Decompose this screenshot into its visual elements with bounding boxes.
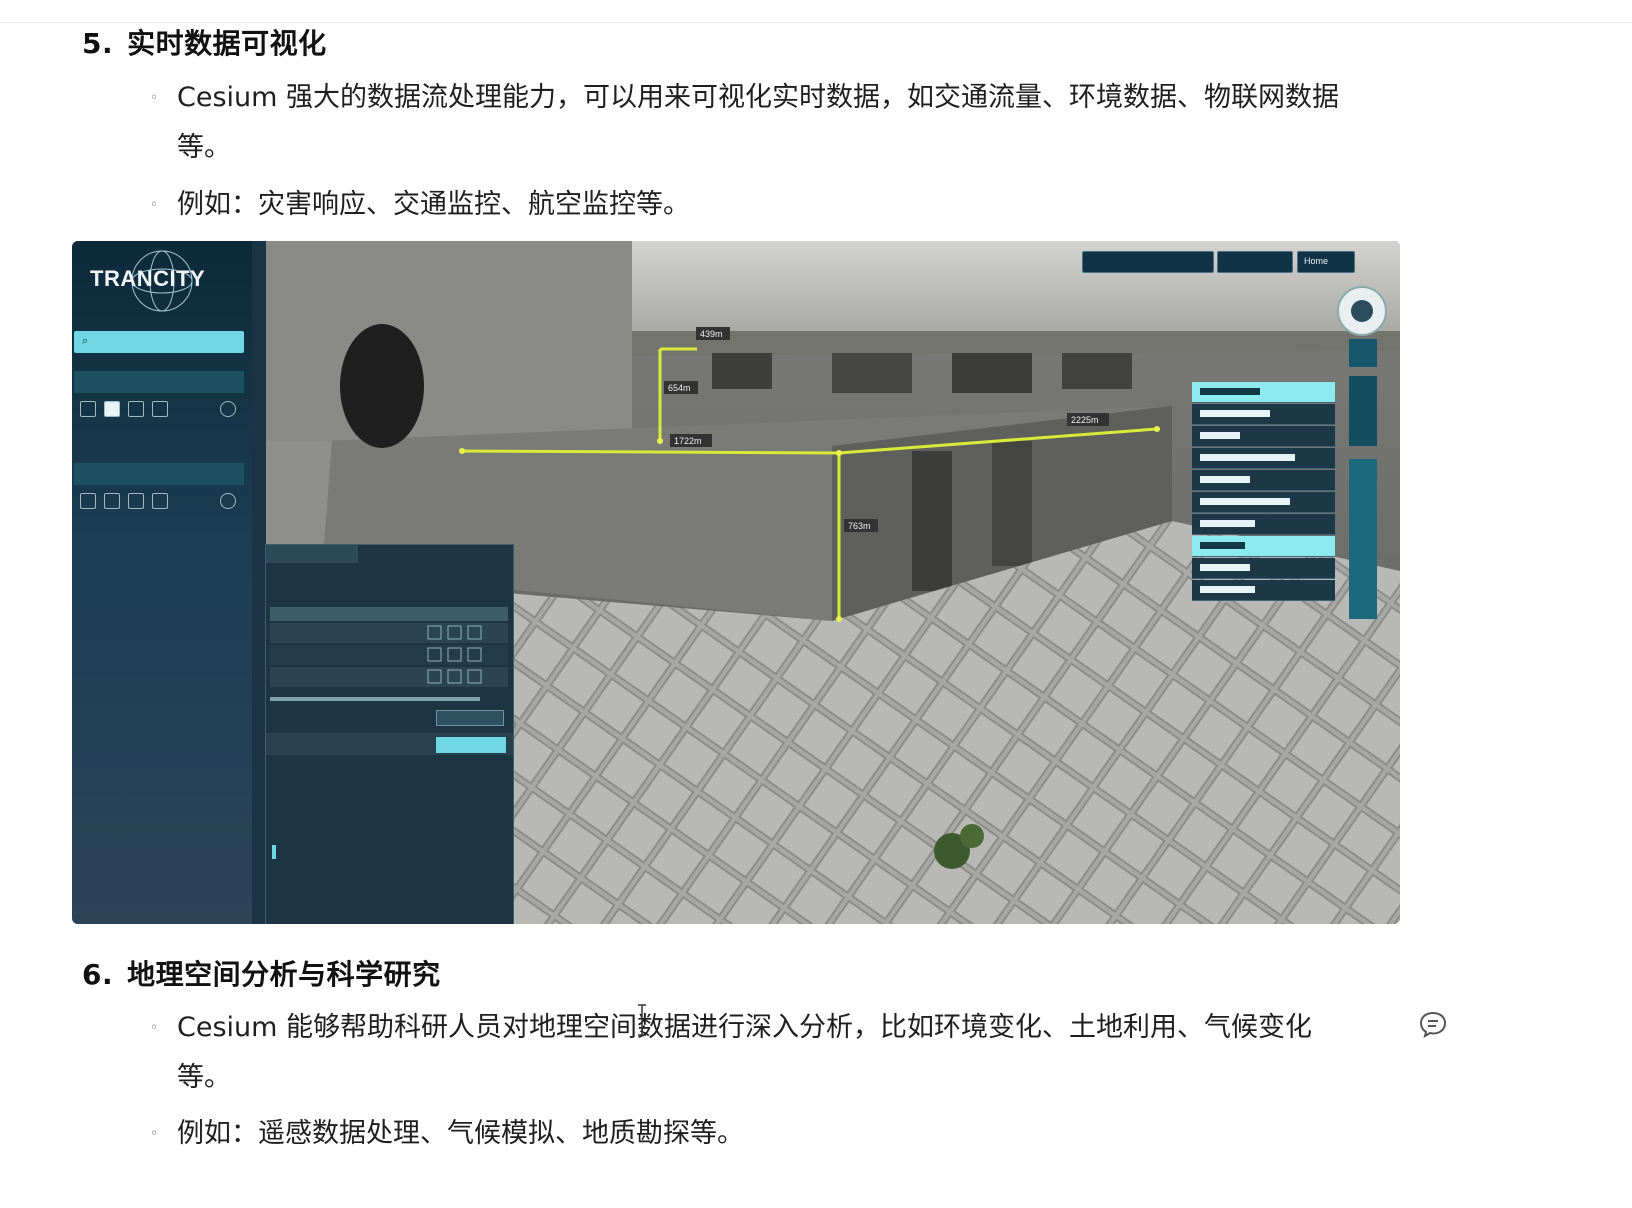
tool-menu-item[interactable] — [1192, 448, 1335, 469]
tool-menu — [1192, 382, 1335, 620]
layer-row-2[interactable] — [74, 463, 244, 485]
zoom-controls[interactable] — [1349, 376, 1377, 446]
measure-label: 439m — [700, 329, 723, 339]
section-6-title: 地理空间分析与科学研究 — [127, 958, 441, 991]
eye-icon[interactable] — [104, 401, 120, 417]
tool-menu-item[interactable] — [1192, 514, 1335, 535]
comment-icon[interactable] — [1418, 1010, 1448, 1038]
section-5-title: 实时数据可视化 — [127, 27, 327, 60]
svg-text:654m: 654m — [668, 383, 691, 393]
document-page: 5. 实时数据可视化 ◦ Cesium 强大的数据流处理能力，可以用来可视化实时数… — [0, 0, 1632, 1208]
section-5-number: 5. — [82, 27, 114, 60]
svg-text:2225m: 2225m — [1071, 415, 1099, 425]
section-5-bullet-1-cont: 等。 — [177, 132, 231, 163]
panel-note-marker — [272, 845, 276, 859]
star-icon[interactable] — [220, 401, 236, 417]
sidebar-search-bar[interactable]: ⌕ — [74, 331, 244, 353]
measurement-table — [270, 607, 508, 687]
layer-row-1[interactable] — [74, 371, 244, 393]
tool-menu-item[interactable] — [1192, 536, 1335, 557]
svg-text:763m: 763m — [848, 521, 871, 531]
bullet-marker: ◦ — [150, 1020, 159, 1036]
bullet-marker: ◦ — [150, 90, 159, 106]
tool-menu-item[interactable] — [1192, 580, 1335, 601]
cut-icon[interactable] — [152, 493, 168, 509]
embedded-screenshot: 439m 654m 1722m 2225m 763m TRANCITY ⌕ Ho… — [72, 241, 1400, 924]
section-6-bullet-1-cont: 等。 — [177, 1062, 231, 1093]
cut-icon[interactable] — [152, 401, 168, 417]
measurement-panel — [265, 544, 514, 924]
app-logo-text: TRANCITY — [90, 266, 206, 291]
tool-menu-item[interactable] — [1192, 404, 1335, 425]
text-cursor-icon — [638, 1004, 646, 1036]
svg-text:1722m: 1722m — [674, 436, 702, 446]
map-icon[interactable] — [128, 493, 144, 509]
section-6-heading: 6. 地理空间分析与科学研究 — [82, 953, 441, 993]
app-sidebar: TRANCITY ⌕ — [72, 241, 252, 924]
section-5-bullet-1: Cesium 强大的数据流处理能力，可以用来可视化实时数据，如交通流量、环境数据… — [177, 82, 1340, 113]
tool-menu-item[interactable] — [1192, 382, 1335, 403]
map-icon[interactable] — [128, 401, 144, 417]
star-icon[interactable] — [220, 493, 236, 509]
layer-tools-1 — [80, 401, 240, 419]
rotate-tool-icon[interactable] — [1349, 339, 1377, 367]
tool-menu-item[interactable] — [1192, 492, 1335, 513]
tool-menu-item[interactable] — [1192, 426, 1335, 447]
search-icon: ⌕ — [82, 334, 89, 347]
panel-header[interactable] — [266, 545, 358, 563]
panel-action-button[interactable] — [436, 710, 504, 726]
select-icon[interactable] — [80, 493, 96, 509]
tool-menu-item[interactable] — [1192, 470, 1335, 491]
top-search-button[interactable] — [1082, 251, 1214, 273]
panel-scrollbar[interactable] — [270, 697, 480, 701]
home-button-label: Home — [1304, 256, 1329, 266]
section-6-bullet-1: Cesium 能够帮助科研人员对地理空间数据进行深入分析，比如环境变化、土地利用… — [177, 1012, 1313, 1043]
tool-strip[interactable] — [1349, 459, 1377, 619]
layer-tools-2 — [80, 493, 240, 511]
sidebar-collapse-strip[interactable] — [252, 241, 266, 924]
section-5-heading: 5. 实时数据可视化 — [82, 22, 327, 62]
panel-primary-button[interactable] — [436, 737, 506, 753]
bullet-marker: ◦ — [150, 197, 159, 213]
top-map-settings-button[interactable] — [1217, 251, 1293, 273]
eye-icon[interactable] — [104, 493, 120, 509]
select-icon[interactable] — [80, 401, 96, 417]
home-button[interactable]: Home — [1297, 251, 1355, 273]
tool-menu-item[interactable] — [1192, 558, 1335, 579]
bullet-marker: ◦ — [150, 1126, 159, 1142]
section-5-bullet-2: 例如：灾害响应、交通监控、航空监控等。 — [177, 189, 690, 220]
section-6-bullet-2: 例如：遥感数据处理、气候模拟、地质勘探等。 — [177, 1118, 744, 1149]
section-6-number: 6. — [82, 958, 114, 991]
